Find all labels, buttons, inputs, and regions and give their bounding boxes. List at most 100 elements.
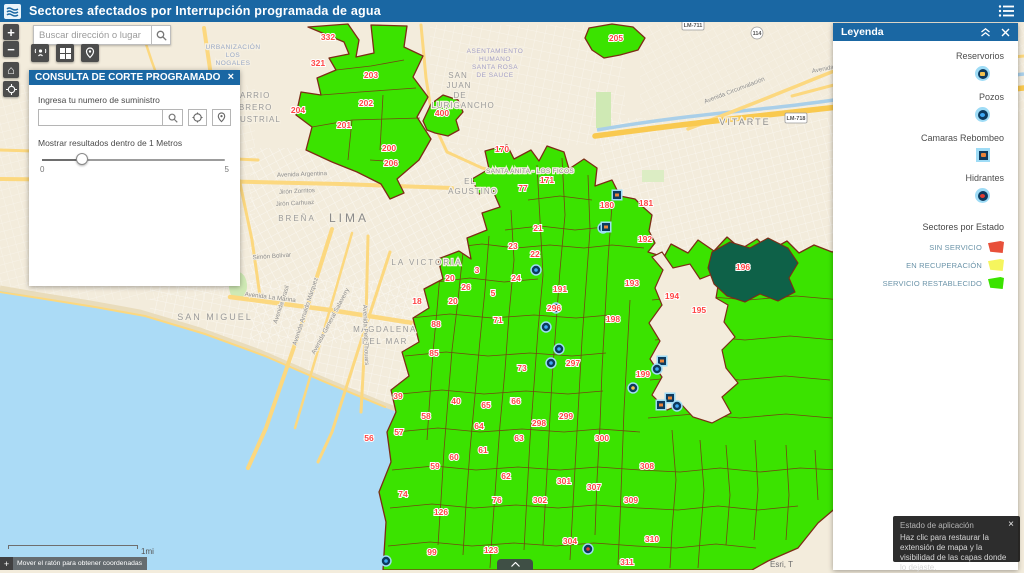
distance-slider: 0 5: [38, 152, 231, 172]
sector-number-label: 62: [501, 471, 511, 481]
sector-number-label: 57: [394, 427, 404, 437]
close-icon[interactable]: ×: [1008, 519, 1014, 530]
slider-handle[interactable]: [76, 153, 88, 165]
search-input[interactable]: [33, 25, 151, 45]
pozo-map-icon[interactable]: [380, 555, 391, 566]
sector-number-label: 181: [639, 198, 653, 208]
sector-number-label: 23: [508, 241, 518, 251]
suministro-input[interactable]: [39, 110, 162, 125]
sector-number-label: 297: [566, 358, 580, 368]
svg-text:LM-718: LM-718: [787, 116, 806, 122]
sector-number-label: 65: [481, 400, 491, 410]
app-logo: [4, 4, 21, 19]
sector-number-label: 194: [665, 291, 679, 301]
sector-number-label: 195: [692, 305, 706, 315]
camara-rebombeo-icon: [976, 148, 990, 162]
camara-map-icon[interactable]: [601, 222, 612, 233]
basemap-gallery-button[interactable]: [56, 44, 74, 62]
city-label: JUAN: [447, 81, 472, 90]
legend-item-label: Reservorios: [956, 51, 1004, 61]
sector-group-title: Sectores por Estado: [922, 222, 1004, 232]
collapse-icon[interactable]: [980, 28, 991, 37]
slider-label: Mostrar resultados dentro de 1 Metros: [38, 138, 231, 148]
consulta-panel-header[interactable]: CONSULTA DE CORTE PROGRAMADO ×: [29, 70, 240, 85]
sector-number-label: 5: [491, 288, 496, 298]
sector-number-label: 301: [557, 476, 571, 486]
coordinate-label: Mover el ratón para obtener coordenadas: [17, 560, 142, 567]
zoom-out-button[interactable]: −: [3, 41, 19, 57]
pozo-map-icon[interactable]: [671, 400, 682, 411]
widget-locate-person-button[interactable]: [31, 44, 49, 62]
pozo-map-icon[interactable]: [651, 363, 662, 374]
map-attribution: Esri, T: [770, 560, 793, 569]
slider-min-label: 0: [40, 165, 44, 174]
pozo-map-icon[interactable]: [553, 343, 564, 354]
city-label: URBANIZACIÓN: [205, 42, 260, 51]
sector-number-label: 332: [321, 32, 335, 42]
sector-number-label: 308: [640, 461, 654, 471]
city-label: LOS: [226, 52, 241, 59]
sector-number-label: 191: [553, 284, 567, 294]
city-label: AGUSTINO: [448, 187, 498, 196]
hidrante-map-icon[interactable]: [582, 543, 593, 554]
pozo-map-icon[interactable]: [545, 357, 556, 368]
sector-number-label: 298: [532, 418, 546, 428]
sector-number-label: 3: [475, 265, 480, 275]
pozo-map-icon[interactable]: [540, 321, 551, 332]
sector-number-label: 66: [511, 396, 521, 406]
route-shield: 114: [751, 27, 763, 39]
pozo-map-icon[interactable]: [530, 264, 541, 275]
sector-number-label: 88: [431, 319, 441, 329]
person-signal-icon: [34, 47, 47, 59]
sector-number-label: 20: [445, 273, 455, 283]
home-button[interactable]: ⌂: [3, 62, 19, 78]
close-icon[interactable]: [1001, 28, 1010, 37]
draw-pin-button[interactable]: [81, 44, 99, 62]
sector-number-label: 26: [461, 282, 471, 292]
camara-map-icon[interactable]: [612, 190, 623, 201]
sector-number-label: 171: [540, 175, 554, 185]
attribute-table-toggle[interactable]: [497, 559, 533, 570]
locate-button[interactable]: [3, 81, 19, 97]
suministro-search-button[interactable]: [162, 110, 182, 125]
city-label: SAN: [448, 71, 467, 80]
menu-icon[interactable]: [998, 4, 1014, 18]
city-label: DE: [453, 91, 466, 100]
camara-map-icon[interactable]: [656, 400, 667, 411]
sector-number-label: 21: [533, 223, 543, 233]
search-button[interactable]: [151, 25, 171, 45]
sector-number-label: 201: [337, 120, 351, 130]
city-label: ASENTAMIENTO: [467, 48, 524, 55]
sector-number-label: 309: [624, 495, 638, 505]
sector-number-label: 85: [429, 348, 439, 358]
legend-item: Hidrantes: [965, 173, 1004, 207]
sector-number-label: 22: [530, 249, 540, 259]
svg-text:114: 114: [753, 31, 763, 37]
pin-on-map-button[interactable]: [212, 109, 231, 126]
sector-number-label: 321: [311, 58, 325, 68]
sector-number-label: 18: [412, 296, 422, 306]
gps-locate-button[interactable]: [188, 109, 207, 126]
sector-number-label: 77: [518, 183, 528, 193]
legend-item: Camaras Rebombeo: [921, 133, 1004, 166]
zoom-in-button[interactable]: +: [3, 24, 19, 40]
map-pin-icon: [84, 47, 96, 59]
legend-item: Pozos: [975, 92, 1004, 126]
slider-max-label: 5: [225, 165, 229, 174]
legend-entry-en-recuperacion: EN RECUPERACIÓN: [906, 259, 1004, 271]
legend-panel-header[interactable]: Leyenda: [833, 23, 1018, 41]
coordinate-icon[interactable]: +: [0, 557, 13, 570]
legend-item-label: Pozos: [979, 92, 1004, 102]
sector-number-label: 71: [493, 315, 503, 325]
city-label: VITARTE: [719, 117, 770, 127]
legend-entry-sin-servicio: SIN SERVICIO: [929, 241, 1004, 253]
close-icon[interactable]: ×: [228, 72, 234, 83]
sector-number-label: 60: [449, 452, 459, 462]
legend-item: Reservorios: [956, 51, 1004, 85]
reservorio-map-icon[interactable]: [627, 382, 638, 393]
legend-entry-servicio-restablecido: SERVICIO RESTABLECIDO: [883, 277, 1004, 289]
sector-number-label: 73: [517, 363, 527, 373]
sector-number-label: 310: [645, 534, 659, 544]
city-label: NOGALES: [216, 60, 251, 67]
sector-number-label: 198: [606, 314, 620, 324]
